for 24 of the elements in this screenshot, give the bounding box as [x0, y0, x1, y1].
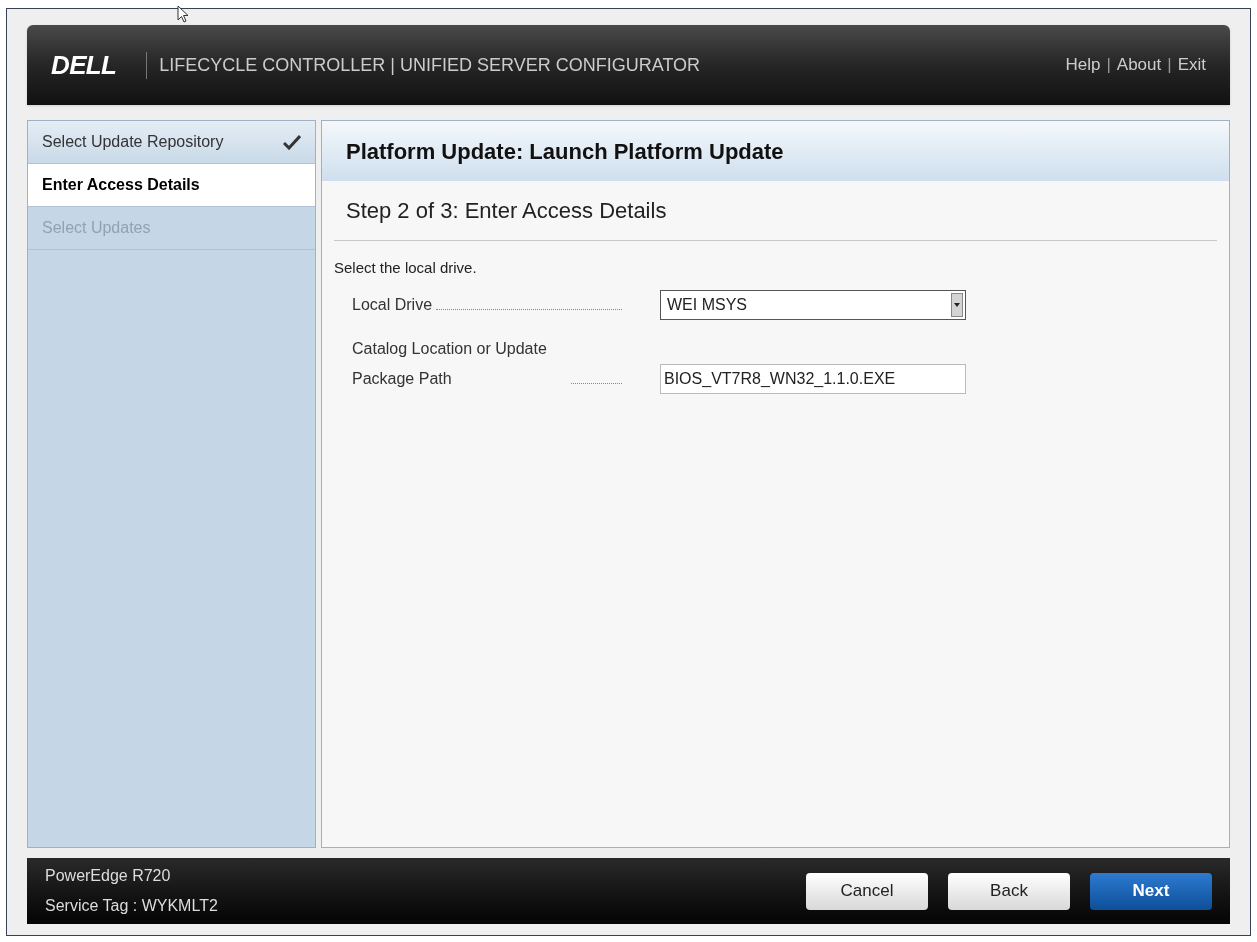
dell-logo: DELL [51, 48, 117, 82]
input-field[interactable]: BIOS_VT7R8_WN32_1.1.0.EXE [660, 363, 966, 394]
field-label: Catalog Location or Update Package Path [352, 338, 548, 389]
cursor-icon [177, 5, 189, 23]
service-tag: Service Tag : WYKMLT2 [45, 894, 218, 918]
step-item[interactable]: Enter Access Details [28, 164, 315, 207]
next-button[interactable]: Next [1090, 872, 1212, 910]
footer-button[interactable]: Cancel [806, 872, 928, 910]
field-label: Local Drive [352, 294, 433, 315]
step-label: Enter Access Details [42, 175, 200, 195]
footer-button[interactable]: Back [948, 872, 1070, 910]
header-link[interactable]: About [1116, 52, 1162, 78]
dropdown[interactable]: WEI MSYS [660, 289, 966, 320]
panel-title: Platform Update: Launch Platform Update [322, 121, 1229, 181]
instruction-text: Select the local drive. [334, 258, 478, 278]
link-separator: | [1106, 54, 1111, 77]
app-title: LIFECYCLE CONTROLLER | UNIFIED SERVER CONFIGURATOR [146, 51, 701, 79]
header-link[interactable]: Exit [1177, 52, 1206, 78]
link-separator: | [1167, 54, 1172, 77]
step-title: Step 2 of 3: Enter Access Details [334, 181, 1217, 241]
header-link[interactable]: Help [1065, 52, 1101, 78]
step-label: Select Update Repository [42, 132, 224, 152]
step-item[interactable]: Select Update Repository [28, 121, 315, 164]
model-name: PowerEdge R720 [45, 866, 172, 886]
